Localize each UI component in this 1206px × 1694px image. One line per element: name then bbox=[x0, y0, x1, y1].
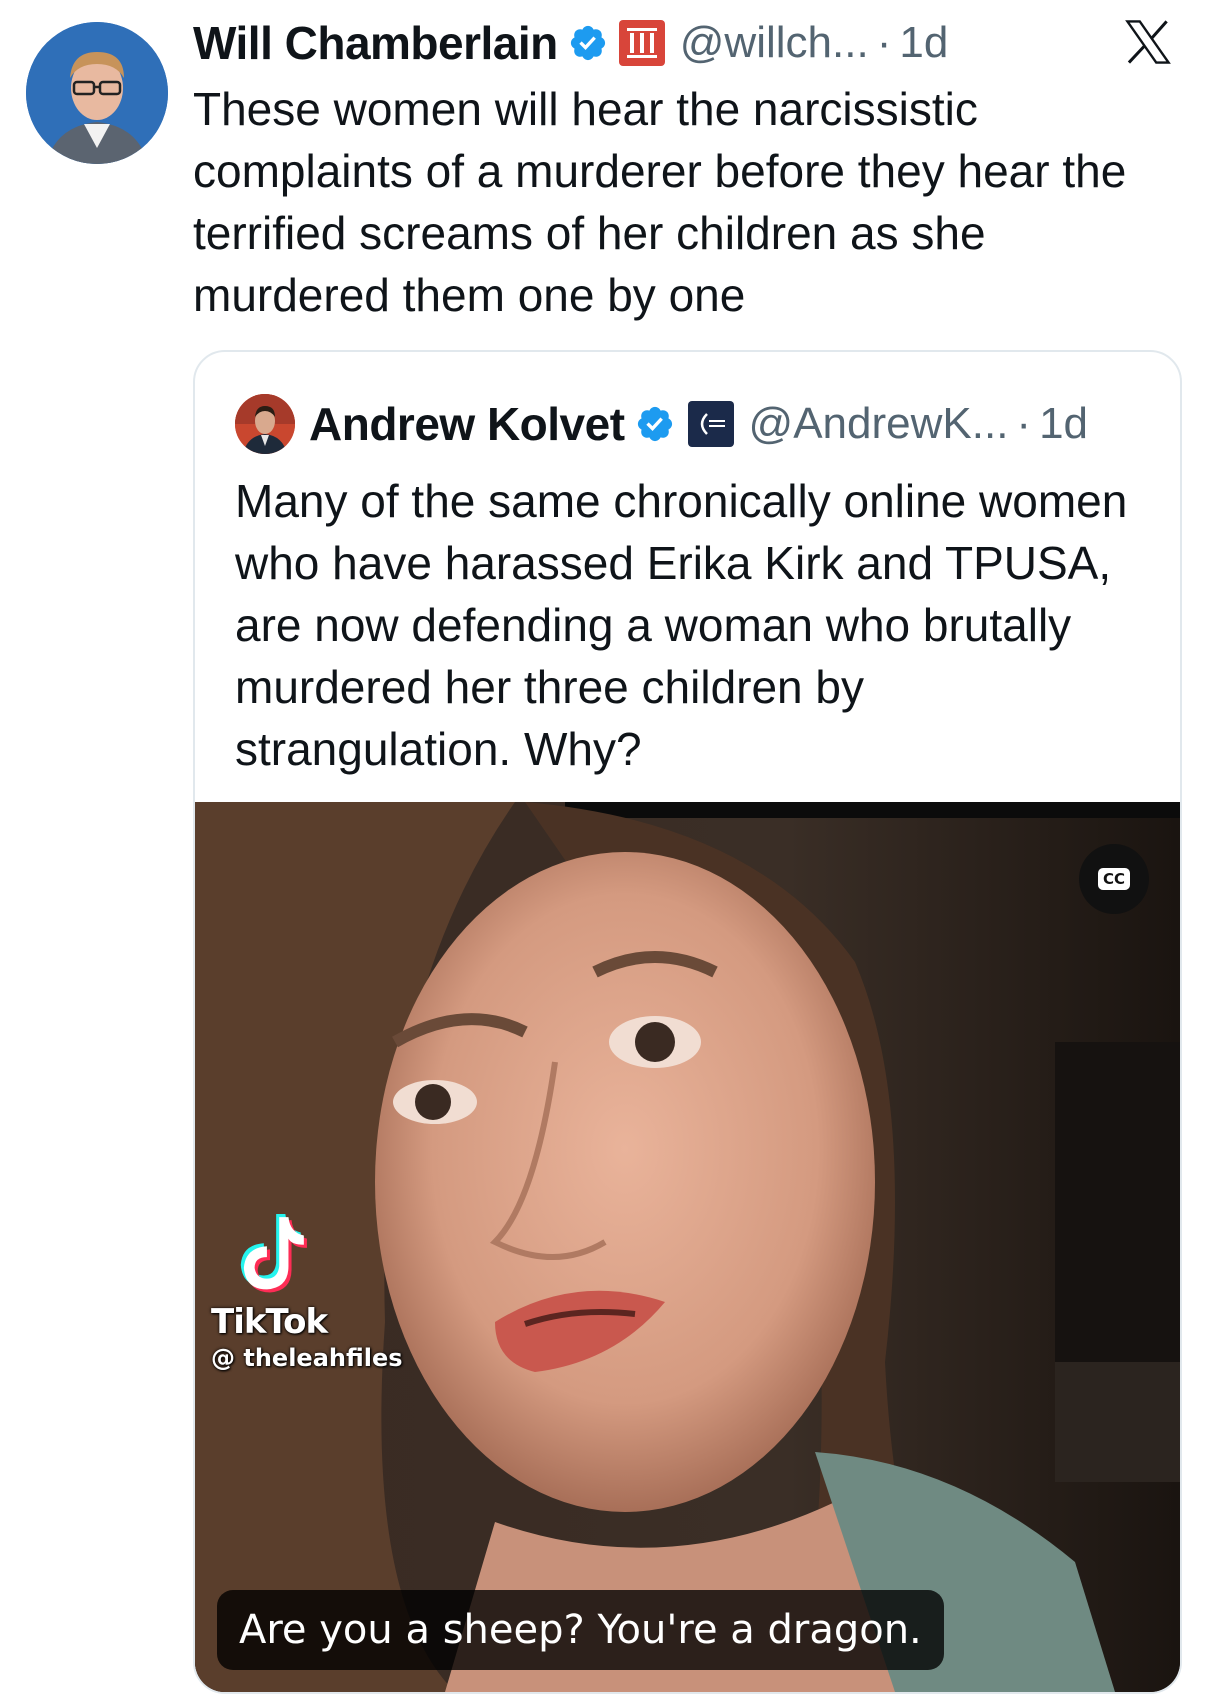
tweet-text: These women will hear the narcissistic c… bbox=[193, 83, 1127, 321]
video-player[interactable]: CC TikTok @ theleahfiles Are you a sheep… bbox=[195, 802, 1180, 1692]
tiktok-watermark: TikTok @ theleahfiles bbox=[211, 1214, 403, 1372]
tiktok-brand: TikTok bbox=[211, 1302, 328, 1342]
quoted-tweet-timestamp[interactable]: 1d bbox=[1039, 399, 1088, 449]
verified-badge-icon bbox=[570, 25, 605, 61]
quoted-tweet-text: Many of the same chronically online wome… bbox=[235, 475, 1128, 775]
x-logo-icon bbox=[1125, 20, 1171, 64]
quoted-author-name[interactable]: Andrew Kolvet bbox=[309, 397, 625, 451]
affiliate-badge-icon[interactable] bbox=[618, 19, 666, 67]
tiktok-username: @ theleahfiles bbox=[211, 1344, 403, 1372]
quoted-author-avatar-image bbox=[235, 394, 295, 454]
tweet-timestamp[interactable]: 1d bbox=[899, 18, 948, 68]
quoted-tweet-card[interactable]: Andrew Kolvet @AndrewK... · 1d Many of t… bbox=[193, 350, 1182, 1694]
captions-button[interactable]: CC bbox=[1079, 844, 1149, 914]
author-handle[interactable]: @willch... bbox=[680, 18, 869, 68]
quoted-author-handle[interactable]: @AndrewK... bbox=[749, 399, 1009, 449]
video-caption: Are you a sheep? You're a dragon. bbox=[217, 1590, 944, 1670]
separator-dot: · bbox=[876, 18, 892, 67]
separator-dot: · bbox=[1016, 399, 1032, 448]
author-name[interactable]: Will Chamberlain bbox=[193, 16, 558, 70]
quoted-tweet-header: Andrew Kolvet @AndrewK... · 1d bbox=[235, 394, 1088, 454]
author-avatar[interactable] bbox=[26, 22, 168, 164]
captions-label: CC bbox=[1097, 868, 1131, 890]
verified-badge-icon bbox=[637, 406, 672, 442]
author-avatar-image bbox=[26, 22, 168, 164]
turning-point-badge-icon[interactable] bbox=[687, 400, 735, 448]
tweet-header: Will Chamberlain @willch... · 1d bbox=[193, 12, 948, 74]
tiktok-icon bbox=[240, 1214, 307, 1293]
quoted-author-avatar[interactable] bbox=[235, 394, 295, 454]
